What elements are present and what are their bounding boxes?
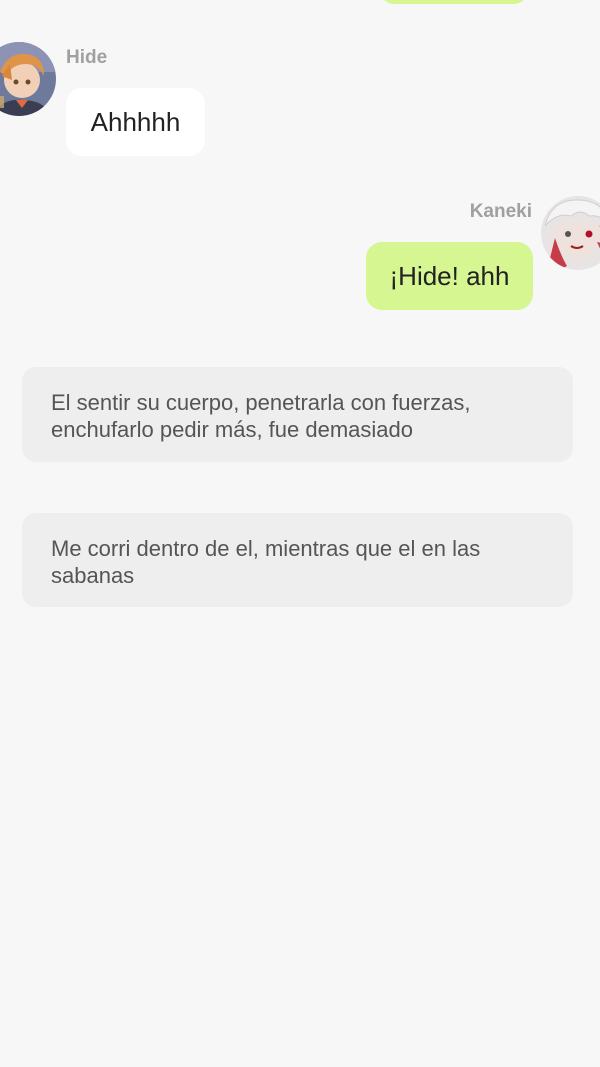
message-bubble-hide[interactable]: Ahhhhh	[66, 88, 205, 156]
previous-message-bubble	[380, 0, 528, 4]
narration-block[interactable]: Me corri dentro de el, mientras que el e…	[22, 513, 573, 607]
kaneki-avatar[interactable]	[541, 196, 600, 270]
kaneki-avatar-icon	[541, 196, 600, 270]
message-bubble-kaneki[interactable]: ¡Hide! ahh	[366, 242, 533, 310]
hide-avatar[interactable]	[0, 42, 56, 116]
hide-avatar-icon	[0, 42, 56, 116]
sender-name-hide: Hide	[66, 47, 108, 68]
sender-name-kaneki: Kaneki	[469, 201, 532, 222]
narration-block[interactable]: El sentir su cuerpo, penetrarla con fuer…	[22, 367, 573, 462]
